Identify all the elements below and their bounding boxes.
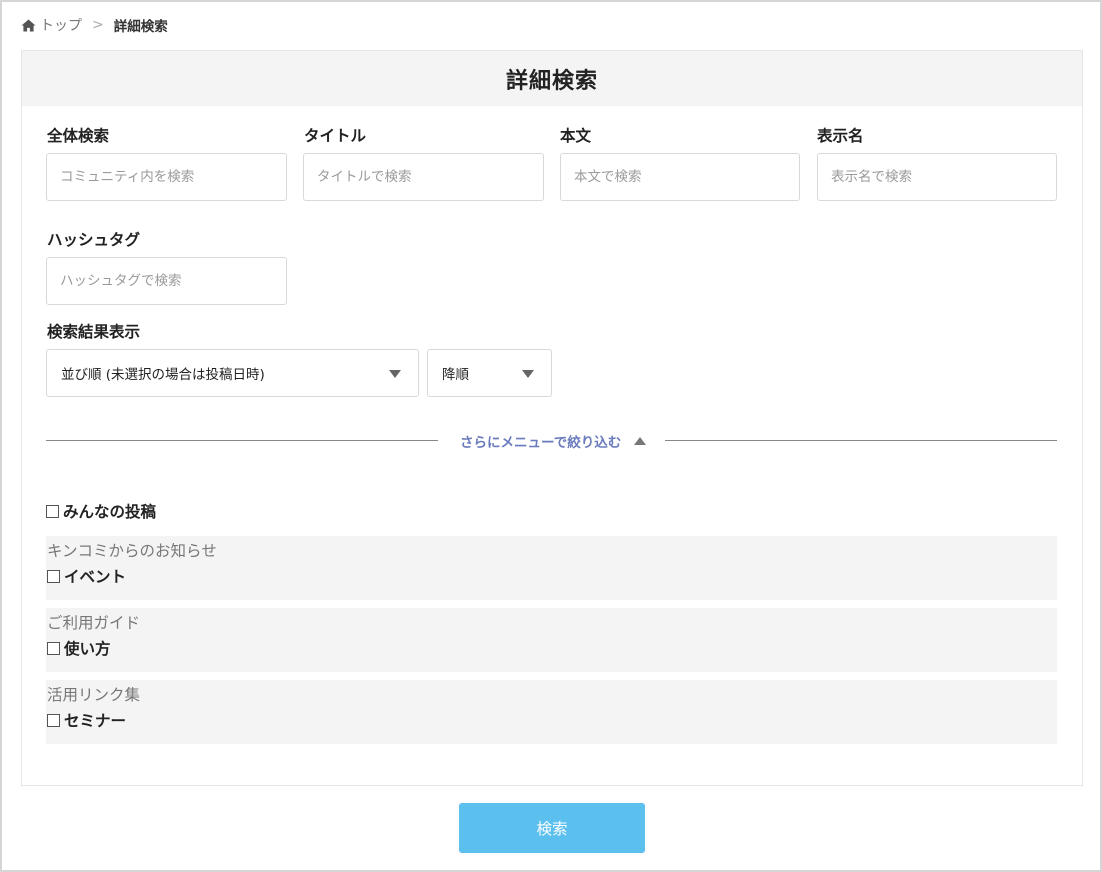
howto-label: 使い方 <box>64 640 111 658</box>
everyone-posts-label: みんなの投稿 <box>63 503 157 521</box>
search-button[interactable]: 検索 <box>459 803 645 853</box>
narrow-menu-toggle[interactable]: さらにメニューで絞り込む <box>460 431 647 451</box>
breadcrumb-home-link[interactable]: トップ <box>21 15 82 35</box>
display-name-input[interactable] <box>817 153 1057 201</box>
hashtag-label: ハッシュタグ <box>47 231 141 249</box>
order-select-value: 降順 <box>442 367 469 383</box>
checkbox-box[interactable] <box>47 713 60 727</box>
title-search-input[interactable] <box>303 153 544 201</box>
page-frame: トップ > 詳細検索 詳細検索 全体検索 タイトル 本文 表示名 ハッシュタグ … <box>0 0 1102 872</box>
panel-header: 詳細検索 <box>22 51 1082 106</box>
category-group-news: キンコミからのお知らせ イベント <box>46 536 1057 600</box>
home-icon <box>21 18 36 32</box>
all-search-input[interactable] <box>46 153 287 201</box>
results-display-label: 検索結果表示 <box>47 323 141 341</box>
event-label: イベント <box>64 568 127 586</box>
breadcrumb: トップ > 詳細検索 <box>21 15 168 35</box>
seminar-checkbox[interactable]: セミナー <box>47 709 126 731</box>
event-checkbox[interactable]: イベント <box>47 565 126 587</box>
triangle-up-icon <box>634 437 647 445</box>
breadcrumb-separator: > <box>92 17 104 33</box>
seminar-label: セミナー <box>64 712 127 730</box>
category-group-guide: ご利用ガイド 使い方 <box>46 608 1057 672</box>
search-button-label: 検索 <box>536 820 568 838</box>
sort-select-value: 並び順 (未選択の場合は投稿日時) <box>61 367 265 383</box>
checkbox-box[interactable] <box>46 504 59 518</box>
order-select[interactable]: 降順 <box>427 349 552 397</box>
category-group-title: ご利用ガイド <box>47 614 141 632</box>
category-group-title: キンコミからのお知らせ <box>47 542 217 560</box>
divider-right <box>665 440 1057 441</box>
narrow-menu-label: さらにメニューで絞り込む <box>460 435 622 451</box>
checkbox-box[interactable] <box>47 641 60 655</box>
howto-checkbox[interactable]: 使い方 <box>47 637 111 659</box>
caret-down-icon <box>389 370 401 378</box>
checkbox-box[interactable] <box>47 569 60 583</box>
sort-select[interactable]: 並び順 (未選択の場合は投稿日時) <box>46 349 419 397</box>
breadcrumb-current: 詳細検索 <box>113 19 168 35</box>
hashtag-input[interactable] <box>46 257 287 305</box>
display-name-label: 表示名 <box>817 127 864 145</box>
page-title: 詳細検索 <box>505 68 598 94</box>
body-search-label: 本文 <box>560 127 592 145</box>
body-search-input[interactable] <box>560 153 800 201</box>
all-search-label: 全体検索 <box>47 127 110 145</box>
caret-down-icon <box>522 370 534 378</box>
category-group-title: 活用リンク集 <box>47 686 141 704</box>
breadcrumb-home-label: トップ <box>40 18 82 34</box>
divider-left <box>46 440 438 441</box>
title-search-label: タイトル <box>304 127 367 145</box>
category-group-links: 活用リンク集 セミナー <box>46 680 1057 744</box>
everyone-posts-checkbox[interactable]: みんなの投稿 <box>46 500 156 522</box>
